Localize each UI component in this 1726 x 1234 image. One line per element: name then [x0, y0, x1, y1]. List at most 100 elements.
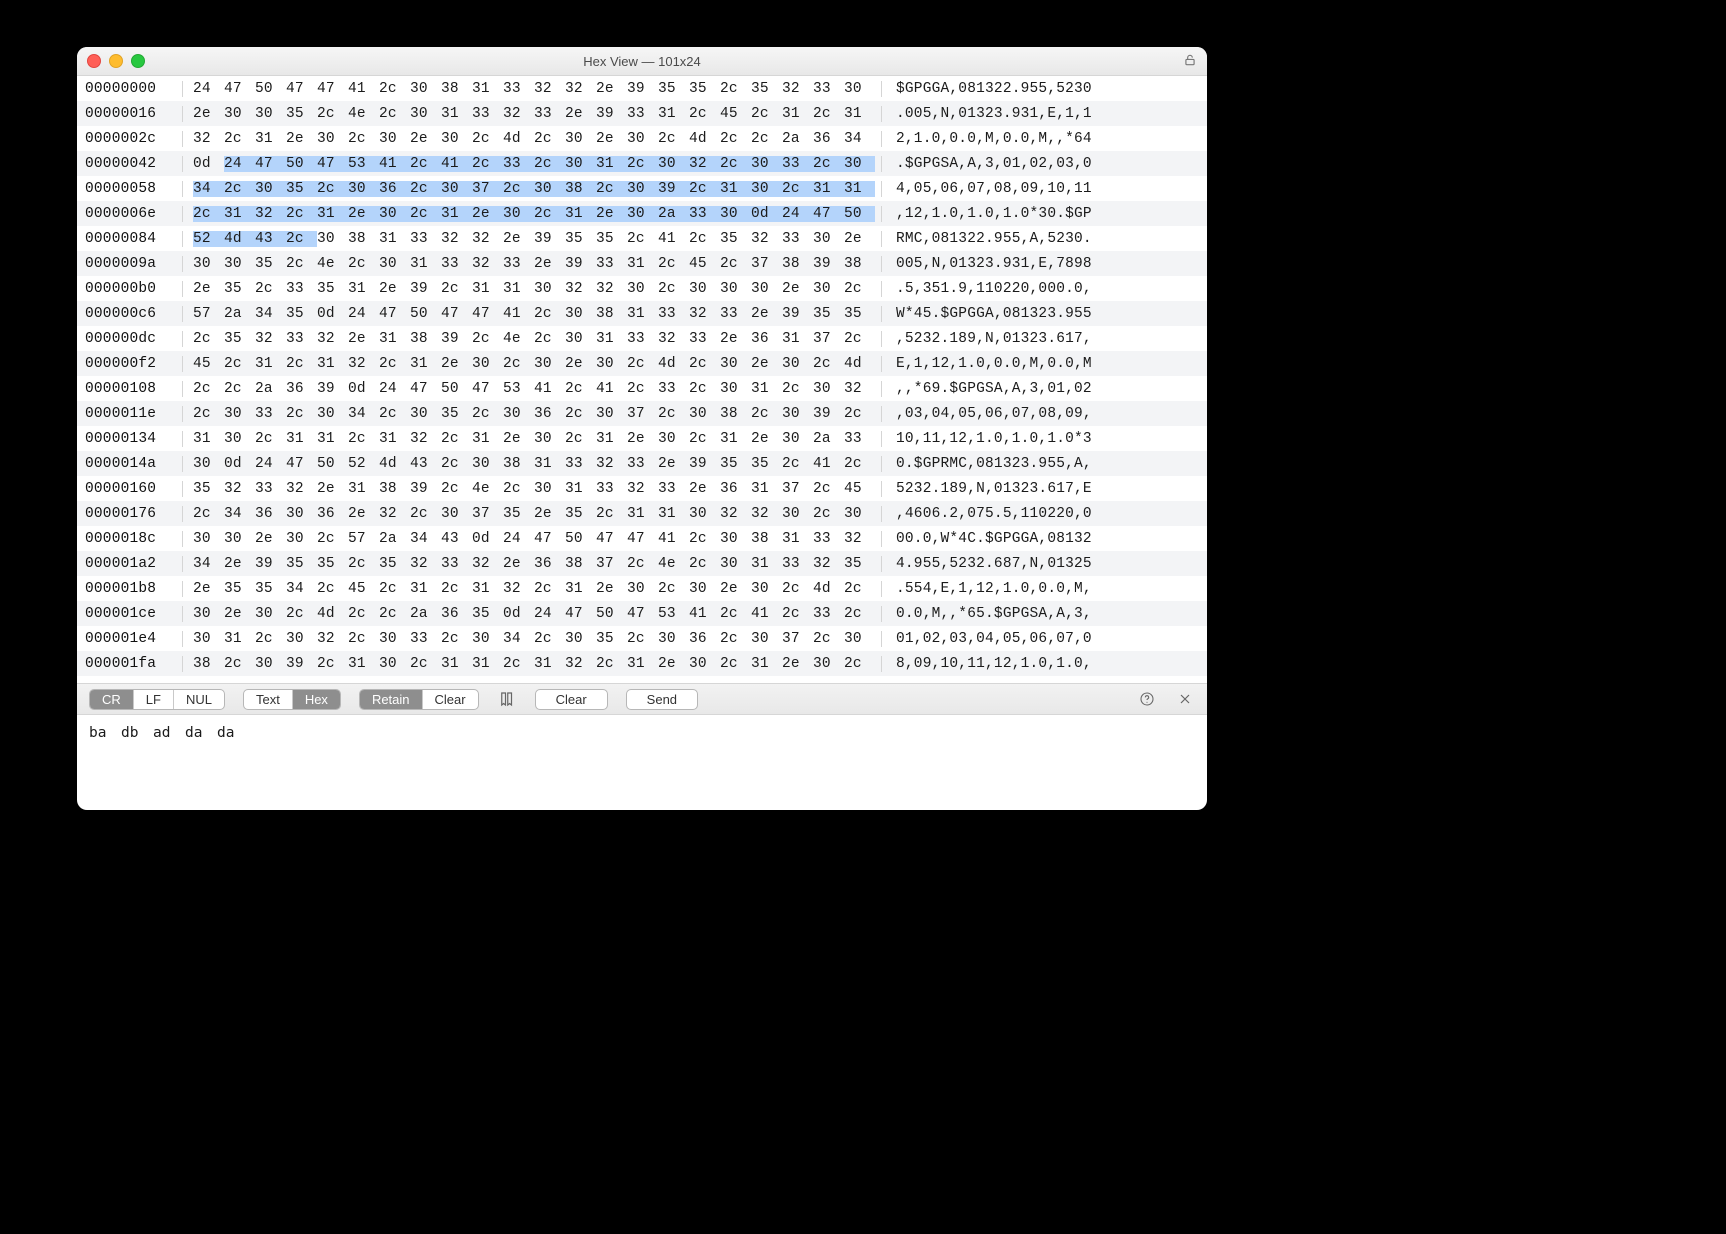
hex-byte[interactable]: 33	[503, 81, 534, 97]
hex-byte[interactable]: 37	[596, 556, 627, 572]
hex-byte[interactable]: 35	[751, 456, 782, 472]
hex-byte[interactable]: 2c	[503, 356, 534, 372]
hex-byte[interactable]: 2c	[720, 81, 751, 97]
hex-byte[interactable]: 33	[441, 556, 472, 572]
hex-byte[interactable]: 2c	[689, 531, 720, 547]
hex-byte[interactable]: 33	[813, 531, 844, 547]
hex-byte[interactable]: 2c	[224, 131, 255, 147]
hex-byte[interactable]: 35	[844, 306, 875, 322]
hex-byte[interactable]: 35	[472, 606, 503, 622]
hex-byte[interactable]: 30	[627, 581, 658, 597]
hex-byte[interactable]: 2e	[565, 106, 596, 122]
clear-button[interactable]: Clear	[535, 689, 608, 710]
hex-byte[interactable]: 2c	[689, 431, 720, 447]
hex-byte[interactable]: 2c	[813, 631, 844, 647]
hex-byte[interactable]: 2c	[534, 331, 565, 347]
hex-byte[interactable]: 30	[286, 506, 317, 522]
hex-byte[interactable]: 50	[596, 606, 627, 622]
hex-byte[interactable]: 33	[565, 456, 596, 472]
hex-byte[interactable]: 35	[813, 306, 844, 322]
hex-byte[interactable]: 31	[286, 431, 317, 447]
hex-byte[interactable]: 4d	[317, 606, 348, 622]
hex-byte[interactable]: 31	[410, 581, 441, 597]
hex-byte[interactable]: 47	[286, 81, 317, 97]
hex-byte[interactable]: 2c	[286, 206, 317, 222]
hex-byte[interactable]: 30	[255, 181, 286, 197]
hex-byte[interactable]: 30	[534, 356, 565, 372]
hex-byte[interactable]: 33	[627, 456, 658, 472]
hex-byte[interactable]: 32	[689, 156, 720, 172]
hex-byte[interactable]: 31	[627, 256, 658, 272]
hex-byte[interactable]: 35	[286, 306, 317, 322]
hex-byte[interactable]: 32	[844, 381, 875, 397]
hex-byte[interactable]: 2c	[534, 581, 565, 597]
hex-byte[interactable]: 31	[782, 531, 813, 547]
hex-byte[interactable]: 2c	[255, 431, 286, 447]
hex-byte[interactable]: 38	[503, 456, 534, 472]
hex-byte[interactable]: 0d	[472, 531, 503, 547]
hex-byte[interactable]: 2c	[658, 131, 689, 147]
hex-byte[interactable]: 47	[472, 381, 503, 397]
hex-byte[interactable]: 0d	[224, 456, 255, 472]
hex-byte[interactable]: 31	[441, 206, 472, 222]
hex-byte[interactable]: 2c	[348, 256, 379, 272]
input-byte[interactable]: da	[217, 725, 249, 741]
input-byte[interactable]: db	[121, 725, 153, 741]
hex-byte[interactable]: 2c	[472, 156, 503, 172]
hex-byte[interactable]: 31	[534, 656, 565, 672]
hex-byte[interactable]: 41	[503, 306, 534, 322]
line-ending-segment[interactable]: CRLFNUL	[89, 689, 225, 710]
hex-byte[interactable]: 2c	[782, 606, 813, 622]
hex-dump-view[interactable]: 000000002447504747412c3038313332322e3935…	[77, 76, 1207, 683]
hex-byte[interactable]: 2c	[286, 231, 317, 247]
hex-byte[interactable]: 30	[658, 156, 689, 172]
hex-byte[interactable]: 2c	[348, 631, 379, 647]
hex-byte[interactable]: 30	[224, 106, 255, 122]
ascii-cell[interactable]: 8,09,10,11,12,1.0,1.0,	[882, 656, 1207, 672]
hex-byte[interactable]: 30	[224, 431, 255, 447]
hex-byte[interactable]: 2e	[193, 281, 224, 297]
view-mode-option-text[interactable]: Text	[244, 690, 293, 709]
ascii-cell[interactable]: ,5232.189,N,01323.617,	[882, 331, 1207, 347]
hex-byte[interactable]: 35	[286, 106, 317, 122]
hex-byte[interactable]: 30	[534, 181, 565, 197]
hex-byte[interactable]: 30	[472, 631, 503, 647]
hex-byte[interactable]: 2c	[224, 181, 255, 197]
hex-byte[interactable]: 2c	[658, 581, 689, 597]
hex-byte[interactable]: 2e	[782, 656, 813, 672]
hex-byte[interactable]: 4e	[317, 256, 348, 272]
hex-byte[interactable]: 47	[813, 206, 844, 222]
hex-byte[interactable]: 30	[193, 256, 224, 272]
hex-byte[interactable]: 2c	[534, 131, 565, 147]
hex-byte[interactable]: 32	[658, 331, 689, 347]
hex-byte[interactable]: 33	[658, 381, 689, 397]
hex-bytes-cell[interactable]: 353233322e3138392c4e2c30313332332e363137…	[183, 481, 882, 497]
ascii-cell[interactable]: .005,N,01323.931,E,1,1	[882, 106, 1207, 122]
hex-byte[interactable]: 2c	[255, 281, 286, 297]
hex-byte[interactable]: 52	[193, 231, 224, 247]
hex-byte[interactable]: 32	[317, 631, 348, 647]
hex-byte[interactable]: 2e	[348, 206, 379, 222]
hex-byte[interactable]: 24	[348, 306, 379, 322]
hex-byte[interactable]: 0d	[751, 206, 782, 222]
hex-byte[interactable]: 53	[348, 156, 379, 172]
hex-bytes-cell[interactable]: 31302c31312c31322c312e302c312e302c312e30…	[183, 431, 882, 447]
hex-byte[interactable]: 31	[565, 581, 596, 597]
hex-byte[interactable]: 2c	[627, 556, 658, 572]
hex-byte[interactable]: 41	[751, 606, 782, 622]
hex-byte[interactable]: 2e	[689, 481, 720, 497]
hex-byte[interactable]: 30	[565, 331, 596, 347]
hex-byte[interactable]: 47	[410, 381, 441, 397]
hex-byte[interactable]: 30	[751, 631, 782, 647]
hex-byte[interactable]: 2e	[441, 356, 472, 372]
view-mode-option-hex[interactable]: Hex	[293, 690, 340, 709]
hex-byte[interactable]: 2c	[503, 656, 534, 672]
hex-byte[interactable]: 2c	[689, 181, 720, 197]
hex-byte[interactable]: 30	[565, 156, 596, 172]
hex-byte[interactable]: 30	[720, 556, 751, 572]
hex-byte[interactable]: 30	[410, 406, 441, 422]
line-ending-option-nul[interactable]: NUL	[174, 690, 224, 709]
hex-bytes-cell[interactable]: 2c343630362e322c3037352e352c313130323230…	[183, 506, 882, 522]
hex-byte[interactable]: 34	[348, 406, 379, 422]
hex-bytes-cell[interactable]: 3030352c4e2c30313332332e3933312c452c3738…	[183, 256, 882, 272]
